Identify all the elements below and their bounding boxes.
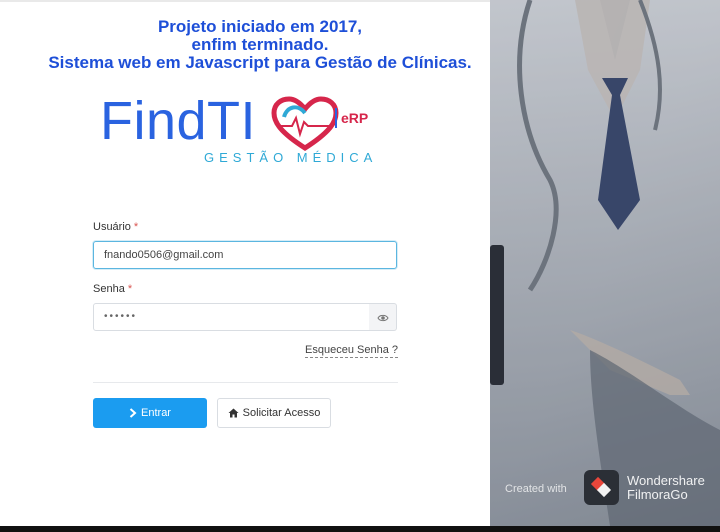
logo-badge: eRP bbox=[341, 110, 369, 126]
required-mark: * bbox=[133, 221, 139, 233]
headline-line-2: enfim terminado. bbox=[191, 35, 329, 54]
bottom-bar bbox=[0, 526, 720, 532]
filmorago-logo-icon bbox=[584, 470, 619, 505]
watermark-brand-line-1: Wondershare bbox=[627, 473, 705, 488]
request-access-label: Solicitar Acesso bbox=[242, 407, 321, 419]
headline-line-3: Sistema web em Javascript para Gestão de… bbox=[48, 53, 472, 72]
username-label-text: Usuário bbox=[93, 221, 131, 233]
headline-line-1: Projeto iniciado em 2017, bbox=[157, 17, 363, 36]
promo-headline: Projeto iniciado em 2017, enfim terminad… bbox=[0, 18, 520, 72]
watermark-brand-line-2: FilmoraGo bbox=[627, 487, 688, 502]
eye-icon bbox=[377, 314, 389, 322]
home-icon bbox=[228, 408, 239, 418]
top-divider bbox=[0, 0, 490, 2]
login-button-label: Entrar bbox=[141, 407, 171, 419]
request-access-button[interactable]: Solicitar Acesso bbox=[217, 398, 331, 428]
password-label: Senha * bbox=[93, 283, 132, 295]
login-page: Projeto iniciado em 2017, enfim terminad… bbox=[0, 0, 720, 526]
forgot-password-link[interactable]: Esqueceu Senha ? bbox=[305, 344, 398, 358]
watermark-brand: Wondershare FilmoraGo bbox=[627, 474, 705, 502]
doctor-background-image bbox=[490, 0, 720, 526]
chevron-right-icon bbox=[129, 408, 137, 418]
logo-subtitle: GESTÃO MÉDICA bbox=[204, 150, 378, 165]
logo-divider bbox=[335, 108, 337, 128]
watermark-created-with: Created with bbox=[505, 483, 567, 495]
password-field[interactable]: •••••• bbox=[93, 303, 370, 331]
logo-wordmark: FindTI bbox=[100, 91, 257, 151]
heart-pulse-icon bbox=[271, 96, 339, 151]
login-panel: Projeto iniciado em 2017, enfim terminad… bbox=[0, 0, 490, 526]
login-button[interactable]: Entrar bbox=[93, 398, 207, 428]
form-divider bbox=[93, 382, 398, 383]
username-field[interactable]: fnando0506@gmail.com bbox=[93, 241, 397, 269]
password-label-text: Senha bbox=[93, 283, 125, 295]
password-toggle-button[interactable] bbox=[369, 303, 397, 331]
findti-logo: FindTI eRP GESTÃO MÉDICA bbox=[100, 92, 390, 172]
username-label: Usuário * bbox=[93, 221, 138, 233]
required-mark: * bbox=[127, 283, 133, 295]
